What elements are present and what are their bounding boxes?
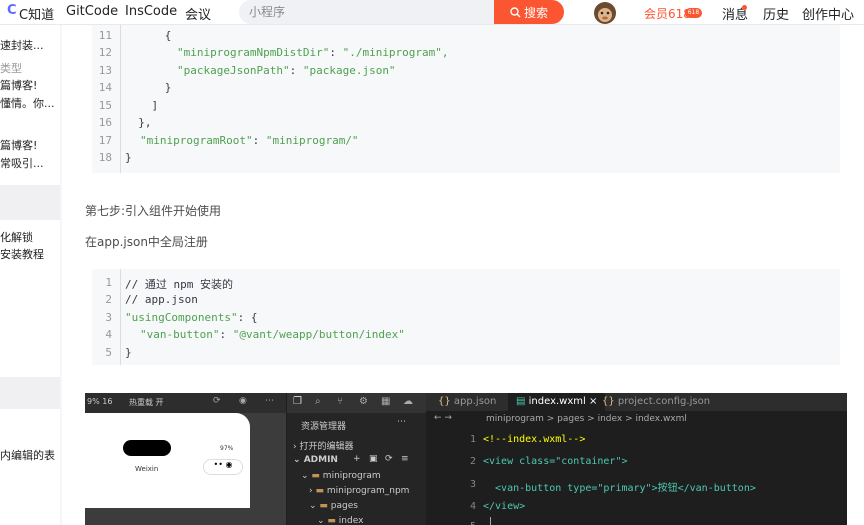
line-number: 3 [469, 479, 476, 490]
code-editor: {} app.json ▤ index.wxml × {} project.co… [426, 393, 847, 525]
nav-gitcode[interactable]: GitCode [66, 4, 118, 19]
files-icon[interactable]: ❐ [293, 396, 302, 407]
nav-creator-center[interactable]: 创作中心 [802, 4, 854, 23]
code-block-2: 1// 通过 npm 安装的 2// app.json 3 "usingCompo… [92, 269, 840, 365]
line-number: 4 [469, 501, 476, 512]
vip-link[interactable]: 会员618 [644, 5, 691, 22]
search-box [239, 0, 494, 24]
tab-project-config[interactable]: {} project.config.json [596, 393, 716, 411]
code-line: <view class="container"> [483, 456, 628, 467]
search-icon [510, 6, 521, 17]
search-icon[interactable]: ⌕ [315, 396, 321, 407]
rail-item: 类型 [0, 62, 22, 75]
ide-toolbar: 9% 16 热重载 开 ⟳ ◉ ⋯ [85, 393, 286, 413]
extensions-icon[interactable]: ▦ [381, 396, 390, 407]
rail-divider [0, 377, 60, 409]
workspace-admin[interactable]: ⌄ ADMIN [293, 455, 338, 465]
code-line: </view> [483, 501, 526, 512]
c-zhidao-logo-icon[interactable]: C [7, 3, 17, 18]
message-dot [742, 5, 747, 10]
collapse-icon[interactable]: ≡ [401, 454, 409, 464]
explorer-title: 资源管理器 [301, 422, 347, 432]
activity-bar: ❐ ⌕ ⑂ ⚙ ▦ ☁ [287, 393, 427, 413]
avatar[interactable] [590, 0, 620, 25]
top-navbar: C C知道 GitCode InsCode 会议 搜索 会员618 618 消息… [0, 0, 864, 25]
nav-back-icon[interactable]: ← → [434, 413, 452, 423]
folder-index[interactable]: ⌄ ▬ index [317, 516, 363, 525]
code-gutter [120, 269, 121, 365]
new-file-icon[interactable]: + [353, 454, 361, 464]
battery-text: 97% [220, 445, 234, 452]
rail-item[interactable]: 速封装... [0, 37, 44, 53]
vip-badge: 618 [685, 8, 702, 18]
zoom-select[interactable]: 9% 16 [87, 397, 112, 406]
left-sidebar: 速封装... 类型 篇博客! 懂情。你... 篇博客! 常吸引... 化解锁 安… [0, 25, 60, 525]
explorer-more-icon[interactable]: ⋯ [397, 417, 406, 427]
rail-item[interactable]: 篇博客! [0, 137, 37, 153]
rail-item[interactable]: 常吸引... [0, 155, 44, 171]
open-editors[interactable]: › 打开的编辑器 [293, 439, 353, 452]
code-line: <!--index.wxml--> [483, 434, 586, 445]
code-gutter [120, 25, 121, 173]
nav-c-zhidao[interactable]: C知道 [19, 4, 54, 23]
breadcrumb[interactable]: miniprogram > pages > index > index.wxml [486, 414, 687, 424]
tab-app-json[interactable]: {} app.json [432, 393, 502, 411]
rail-divider [0, 185, 60, 220]
line-number: 1 [469, 434, 476, 445]
step-subheading: 在app.json中全局注册 [85, 235, 208, 249]
nav-history[interactable]: 历史 [763, 4, 789, 23]
refresh-explorer-icon[interactable]: ⟳ [385, 454, 393, 464]
git-icon[interactable]: ⑂ [337, 396, 343, 407]
article-content: 11 { 12 "miniprogramNpmDistDir": "./minip… [62, 25, 864, 525]
rail-item[interactable]: 安装教程 [0, 246, 44, 262]
debug-icon[interactable]: ⚙ [359, 396, 368, 407]
line-number: 2 [469, 456, 476, 467]
search-button[interactable]: 搜索 [494, 0, 564, 24]
rail-item[interactable]: 内编辑的表 [0, 447, 55, 463]
line-number: 5 [456, 521, 476, 525]
search-button-label: 搜索 [523, 5, 548, 20]
phone-simulator: 97% Weixin •• ◉ [85, 413, 250, 508]
sim-title: Weixin [135, 465, 159, 473]
folder-pages[interactable]: ⌄ ▬ pages [309, 501, 358, 511]
nav-inscode[interactable]: InsCode [125, 4, 177, 19]
ide-screenshot: 9% 16 热重载 开 ⟳ ◉ ⋯ 97% Weixin •• ◉ ❐ ⌕ ⑂ … [85, 393, 847, 525]
text-cursor [490, 517, 491, 525]
step-heading: 第七步:引入组件开始使用 [85, 204, 222, 218]
hot-reload-toggle[interactable]: 热重载 开 [129, 397, 164, 408]
code-block-1: 11 { 12 "miniprogramNpmDistDir": "./minip… [92, 25, 840, 173]
search-input[interactable] [249, 3, 489, 21]
capsule-button[interactable]: •• ◉ [203, 459, 243, 475]
folder-miniprogram-npm[interactable]: › ▬ miniprogram_npm [309, 486, 409, 496]
rail-item[interactable]: 懂情。你... [0, 95, 55, 111]
tab-index-wxml[interactable]: ▤ index.wxml × [508, 393, 606, 411]
new-folder-icon[interactable]: ▣ [369, 454, 378, 464]
rail-item[interactable]: 篇博客! [0, 77, 37, 93]
phone-notch [123, 440, 171, 456]
stop-icon[interactable]: ◉ [239, 396, 247, 406]
cloud-icon[interactable]: ☁ [403, 396, 413, 407]
code-line: <van-button type="primary">按钮</van-butto… [483, 483, 756, 494]
refresh-icon[interactable]: ⟳ [213, 396, 221, 406]
folder-miniprogram[interactable]: ⌄ ▬ miniprogram [301, 471, 381, 481]
file-explorer: ❐ ⌕ ⑂ ⚙ ▦ ☁ 资源管理器 ⋯ › 打开的编辑器 ⌄ ADMIN + ▣… [286, 393, 427, 525]
more-icon[interactable]: ⋯ [265, 396, 274, 406]
rail-item[interactable]: 化解锁 [0, 229, 33, 245]
nav-meeting[interactable]: 会议 [185, 4, 211, 23]
